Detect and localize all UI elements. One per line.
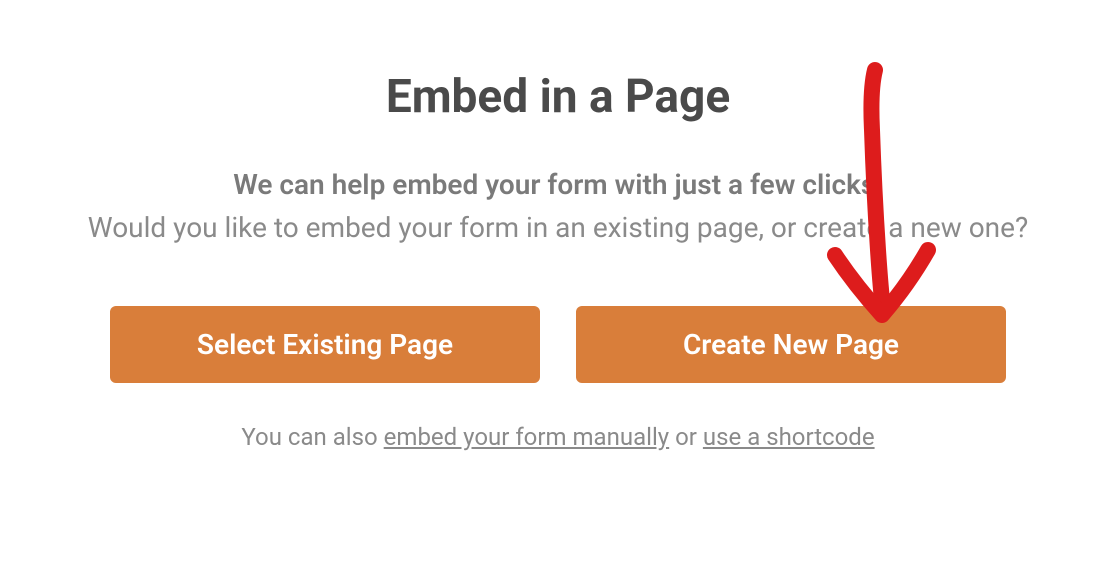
modal-title: Embed in a Page	[60, 70, 1056, 124]
modal-subtitle-light: Would you like to embed your form in an …	[60, 206, 1056, 251]
button-row: Select Existing Page Create New Page	[60, 306, 1056, 383]
embed-manually-link[interactable]: embed your form manually	[384, 423, 669, 451]
footer-middle: or	[669, 423, 703, 451]
footer-prefix: You can also	[241, 423, 383, 451]
embed-modal: Embed in a Page We can help embed your f…	[0, 0, 1116, 578]
use-shortcode-link[interactable]: use a shortcode	[703, 423, 875, 451]
modal-subtitle-bold: We can help embed your form with just a …	[60, 164, 1056, 206]
select-existing-page-button[interactable]: Select Existing Page	[110, 306, 540, 383]
footer-text: You can also embed your form manually or…	[60, 423, 1056, 451]
create-new-page-button[interactable]: Create New Page	[576, 306, 1006, 383]
